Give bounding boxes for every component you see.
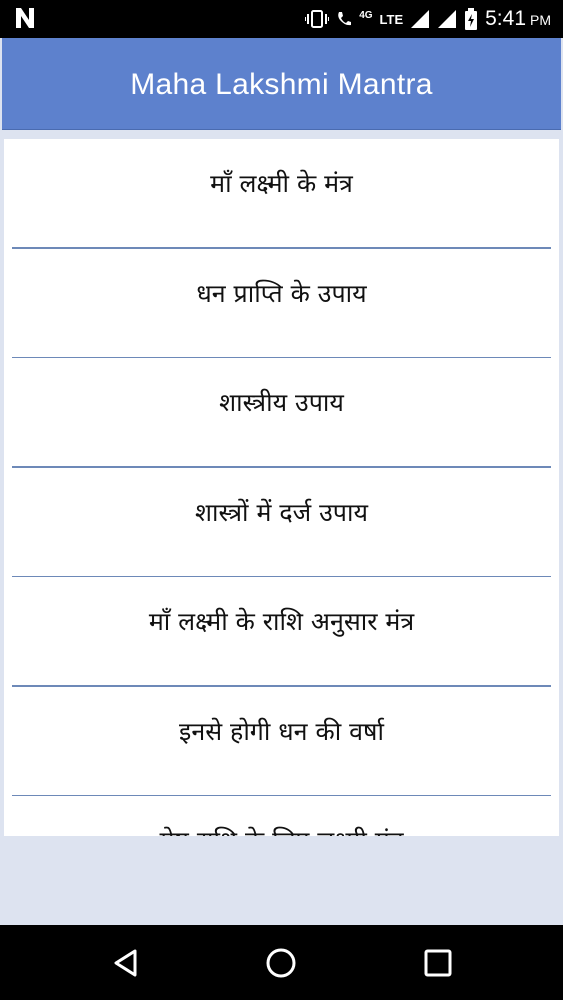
status-clock: 5:41 PM <box>485 7 551 31</box>
menu-item-label: माँ लक्ष्मी के मंत्र <box>210 169 353 198</box>
menu-item-label: माँ लक्ष्मी के राशि अनुसार मंत्र <box>148 607 415 636</box>
battery-charging-icon <box>464 8 478 30</box>
signal-strength-icon-2 <box>437 9 457 29</box>
network-lte-label: LTE <box>379 11 404 27</box>
network-4g-label: 4G <box>359 9 373 21</box>
menu-item-2[interactable]: धन प्राप्ति के उपाय <box>4 249 559 358</box>
menu-item-label: मेष राशि के लिए लक्ष्मी मंत्र <box>4 796 559 836</box>
menu-list[interactable]: माँ लक्ष्मी के मंत्र धन प्राप्ति के उपाय… <box>4 139 559 836</box>
clock-ampm: PM <box>530 12 551 28</box>
menu-item-label: शास्त्रों में दर्ज उपाय <box>195 497 368 527</box>
menu-item-3[interactable]: शास्त्रीय उपाय <box>4 358 559 468</box>
clock-time: 5:41 <box>485 7 526 30</box>
menu-item-1[interactable]: माँ लक्ष्मी के मंत्र <box>4 139 559 249</box>
call-volte-icon <box>336 10 352 28</box>
menu-item-7[interactable]: मेष राशि के लिए लक्ष्मी मंत्र <box>4 796 559 836</box>
back-icon[interactable] <box>110 947 142 979</box>
status-bar: 4G LTE 5:41 PM <box>0 0 563 38</box>
menu-item-6[interactable]: इनसे होगी धन की वर्षा <box>4 687 559 796</box>
home-icon[interactable] <box>265 947 297 979</box>
system-nav-bar <box>0 925 563 1000</box>
menu-item-label: शास्त्रीय उपाय <box>219 388 344 417</box>
menu-item-label: इनसे होगी धन की वर्षा <box>179 716 384 746</box>
recents-icon[interactable] <box>422 947 454 979</box>
app-title: Maha Lakshmi Mantra <box>130 68 433 101</box>
menu-item-5[interactable]: माँ लक्ष्मी के राशि अनुसार मंत्र <box>4 577 559 687</box>
status-icons: 4G LTE 5:41 PM <box>305 6 551 32</box>
menu-item-label: धन प्राप्ति के उपाय <box>196 278 367 308</box>
app-bar: Maha Lakshmi Mantra <box>2 38 561 130</box>
signal-strength-icon-1 <box>410 9 430 29</box>
vibrate-icon <box>305 9 330 29</box>
menu-item-4[interactable]: शास्त्रों में दर्ज उपाय <box>4 468 559 577</box>
notification-n-icon <box>14 6 36 36</box>
